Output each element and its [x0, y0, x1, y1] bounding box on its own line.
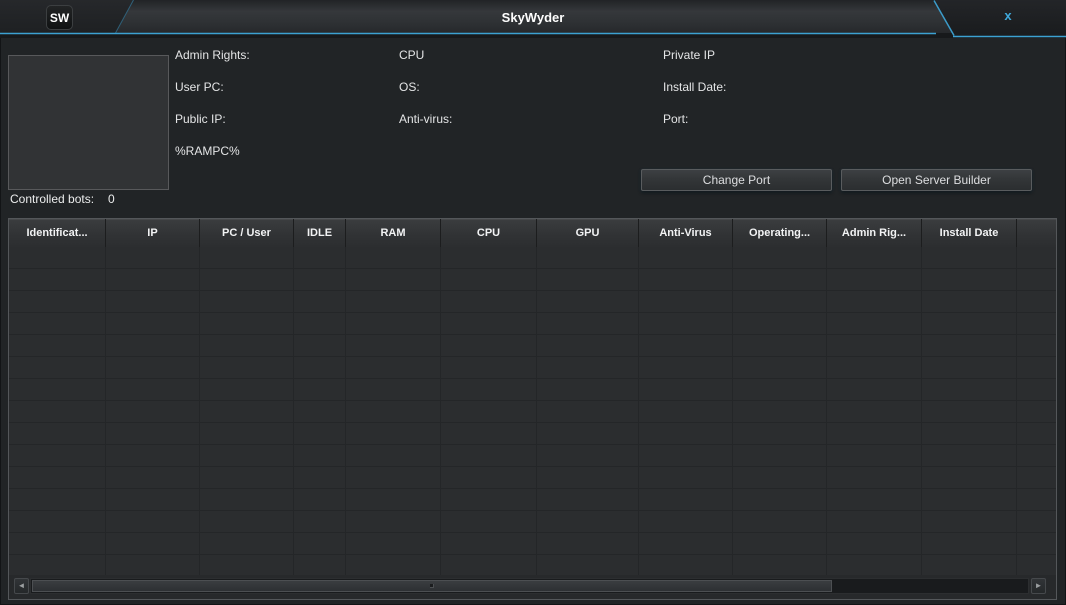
label-port: Port:: [663, 112, 688, 126]
table-body: [9, 247, 1056, 577]
table-row: [9, 533, 1056, 555]
table-row: [9, 313, 1056, 335]
window-title: SkyWyder: [0, 10, 1066, 25]
scrollbar-grip-icon: [430, 584, 434, 588]
grid-vline: [1016, 247, 1017, 577]
change-port-button[interactable]: Change Port: [641, 169, 832, 191]
column-header-admin-rig[interactable]: Admin Rig...: [827, 219, 922, 247]
table-row: [9, 511, 1056, 533]
label-install-date: Install Date:: [663, 80, 726, 94]
table-row: [9, 269, 1056, 291]
scroll-right-button[interactable]: ►: [1031, 578, 1046, 594]
table-row: [9, 357, 1056, 379]
column-header-cpu[interactable]: CPU: [441, 219, 537, 247]
grid-vline: [921, 247, 922, 577]
bots-table: Identificat...IPPC / UserIDLERAMCPUGPUAn…: [8, 218, 1057, 600]
horizontal-scrollbar-thumb[interactable]: [32, 580, 832, 592]
scroll-left-button[interactable]: ◄: [14, 578, 29, 594]
table-row: [9, 555, 1056, 577]
table-row: [9, 379, 1056, 401]
horizontal-scrollbar-track[interactable]: [30, 578, 1029, 594]
grid-vline: [345, 247, 346, 577]
grid-vline: [105, 247, 106, 577]
column-header-anti-virus[interactable]: Anti-Virus: [639, 219, 733, 247]
label-user-pc: User PC:: [175, 80, 224, 94]
grid-vline: [199, 247, 200, 577]
controlled-bots-label: Controlled bots:: [10, 192, 94, 206]
column-header-filler: [1017, 219, 1056, 247]
grid-vline: [732, 247, 733, 577]
label-rampc: %RAMPC%: [175, 144, 240, 158]
grid-vline: [826, 247, 827, 577]
column-header-gpu[interactable]: GPU: [537, 219, 639, 247]
open-server-builder-button[interactable]: Open Server Builder: [841, 169, 1032, 191]
column-header-install-date[interactable]: Install Date: [922, 219, 1017, 247]
table-row: [9, 445, 1056, 467]
label-admin-rights: Admin Rights:: [175, 48, 250, 62]
table-row: [9, 291, 1056, 313]
grid-vline: [536, 247, 537, 577]
column-header-ram[interactable]: RAM: [346, 219, 441, 247]
label-private-ip: Private IP: [663, 48, 715, 62]
controlled-bots-count: 0: [108, 192, 115, 206]
grid-vline: [638, 247, 639, 577]
grid-vline: [440, 247, 441, 577]
label-anti-virus: Anti-virus:: [399, 112, 452, 126]
table-row: [9, 335, 1056, 357]
controlled-bots-line: Controlled bots: 0: [10, 192, 115, 206]
column-header-idle[interactable]: IDLE: [294, 219, 346, 247]
column-header-operating[interactable]: Operating...: [733, 219, 827, 247]
column-header-pc-user[interactable]: PC / User: [200, 219, 294, 247]
label-public-ip: Public IP:: [175, 112, 226, 126]
titlebar: SW SkyWyder x: [0, 0, 1066, 38]
table-row: [9, 401, 1056, 423]
table-footer: ◄ ►: [9, 575, 1056, 599]
table-row: [9, 423, 1056, 445]
table-row: [9, 467, 1056, 489]
table-row: [9, 489, 1056, 511]
table-header-row: Identificat...IPPC / UserIDLERAMCPUGPUAn…: [9, 219, 1056, 247]
grid-vline: [293, 247, 294, 577]
app-window: SW SkyWyder x Controlled bots: 0 Admin R…: [0, 0, 1066, 605]
close-button[interactable]: x: [992, 8, 1024, 28]
column-header-identificat[interactable]: Identificat...: [9, 219, 106, 247]
label-os: OS:: [399, 80, 420, 94]
bot-preview-box: [8, 55, 169, 190]
table-row: [9, 247, 1056, 269]
label-cpu: CPU: [399, 48, 424, 62]
column-header-ip[interactable]: IP: [106, 219, 200, 247]
